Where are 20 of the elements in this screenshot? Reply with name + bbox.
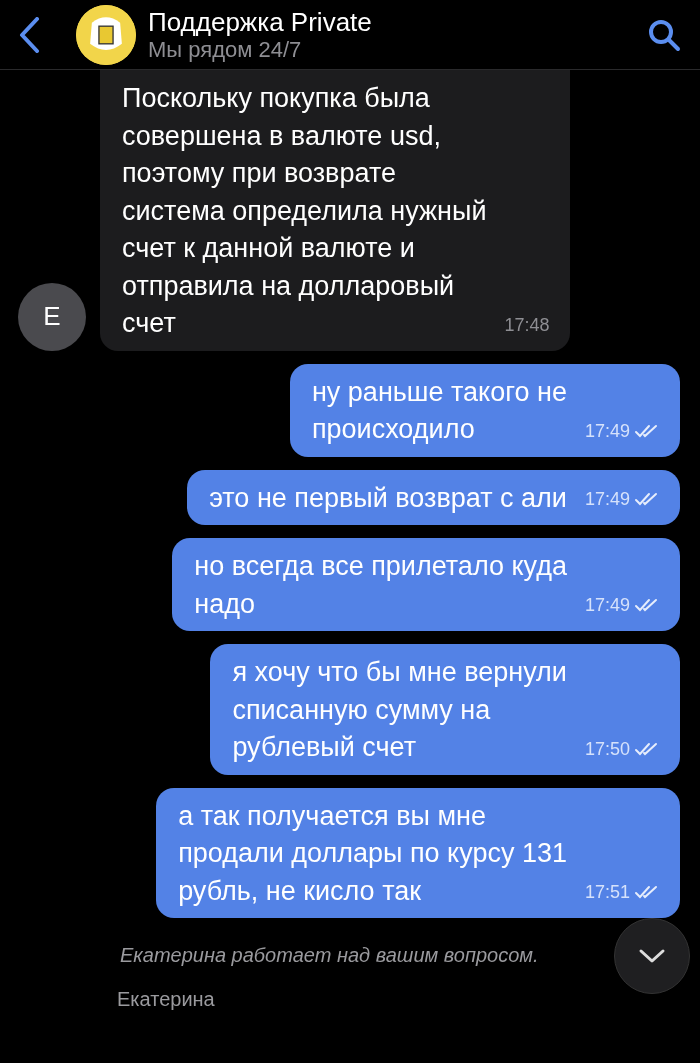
operator-name: Екатерина: [117, 987, 215, 1012]
message-text: а так получается вы мне продали доллары по курсу 131 рубль, не кисло так: [178, 799, 567, 908]
message-text: я хочу что бы мне вернули списанную сумму на рублевый счет: [232, 656, 567, 764]
message-time: 17:51: [584, 881, 630, 904]
message-text: ну раньше такого не происходило: [311, 375, 567, 446]
message-time: 17:50: [584, 737, 630, 761]
message-time: 17:49: [584, 594, 630, 617]
message-time: 17:49: [584, 419, 630, 443]
chat-subtitle: Мы рядом 24/7: [148, 36, 303, 63]
message-text: но всегда все прилетало куда надо: [194, 550, 567, 621]
chevron-down-icon: [638, 948, 666, 964]
message-text: Поскольку покупка была совершена в валюте usd, поэтому при возврате система определила нужный счет к данной валюте и отправила на долларовый счет: [122, 82, 487, 340]
back-icon[interactable]: [18, 16, 40, 53]
avatar: E: [18, 282, 86, 351]
message-time: 17:48: [504, 313, 550, 337]
message-text: это не первый возврат с али: [209, 481, 567, 515]
chat-title: Поддержка Private: [148, 6, 373, 37]
logo-icon: [76, 4, 136, 65]
typing-status: Екатерина работает над вашим вопросом.: [120, 943, 539, 968]
message-time: 17:49: [584, 488, 630, 511]
